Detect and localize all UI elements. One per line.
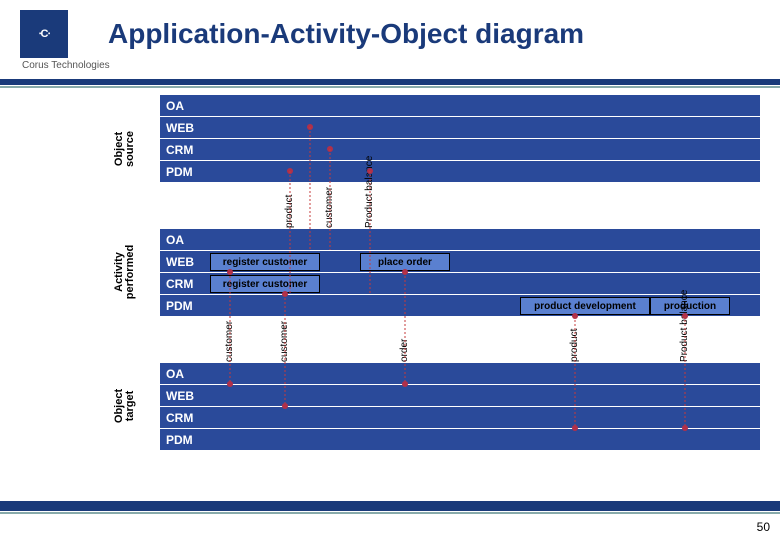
row-label: PDM: [166, 299, 193, 313]
target-label: Objecttarget: [114, 389, 136, 423]
row-label: OA: [166, 367, 184, 381]
logo-glyph: ∙C∙: [38, 28, 49, 40]
section-source: Objectsource OA WEB CRM PDM: [20, 94, 760, 182]
row-label: CRM: [166, 277, 193, 291]
target-row-pdm: PDM: [160, 428, 760, 450]
source-label: Objectsource: [114, 131, 136, 167]
target-row-web: WEB: [160, 384, 760, 406]
activity-label: Activityperformed: [114, 245, 136, 299]
cell-register-customer-crm: register customer: [210, 275, 320, 293]
row-label: PDM: [166, 433, 193, 447]
row-label: PDM: [166, 165, 193, 179]
vlabel-order: order: [399, 339, 410, 362]
gap-top: product customer Product balance: [160, 182, 760, 228]
vlabel-customer1: customer: [224, 321, 235, 362]
logo: ∙C∙: [20, 10, 68, 58]
footer-subrule: [0, 512, 780, 514]
footer-rule: [0, 501, 780, 511]
cell-production: production: [650, 297, 730, 315]
header-subrule: [0, 86, 780, 88]
page-number: 50: [757, 520, 770, 534]
row-label: OA: [166, 233, 184, 247]
row-label: OA: [166, 99, 184, 113]
row-label: WEB: [166, 121, 194, 135]
vlabel-product: product: [284, 195, 295, 228]
source-row-web: WEB: [160, 116, 760, 138]
source-row-crm: CRM: [160, 138, 760, 160]
row-label: CRM: [166, 411, 193, 425]
cell-place-order: place order: [360, 253, 450, 271]
vlabel-customer2: customer: [279, 321, 290, 362]
gap-mid: customer customer order product Product …: [160, 316, 760, 362]
activity-row-web: WEB register customer place order: [160, 250, 760, 272]
header-rule: [0, 79, 780, 85]
activity-row-pdm: PDM product development production: [160, 294, 760, 316]
source-row-pdm: PDM: [160, 160, 760, 182]
section-target: Objecttarget OA WEB CRM PDM: [20, 362, 760, 450]
activity-row-oa: OA: [160, 228, 760, 250]
cell-register-customer-web: register customer: [210, 253, 320, 271]
vlabel-product-balance2: Product balance: [679, 290, 690, 362]
page-title: Application-Activity-Object diagram: [108, 18, 584, 50]
row-label: CRM: [166, 143, 193, 157]
section-activity: Activityperformed OA WEB register custom…: [20, 228, 760, 316]
vlabel-product-balance: Product balance: [364, 156, 375, 228]
activity-row-crm: CRM register customer: [160, 272, 760, 294]
company-label: Corus Technologies: [0, 58, 780, 71]
diagram-container: Objectsource OA WEB CRM PDM product cust…: [20, 94, 760, 450]
row-label: WEB: [166, 389, 194, 403]
vlabel-customer: customer: [324, 187, 335, 228]
source-row-oa: OA: [160, 94, 760, 116]
target-row-oa: OA: [160, 362, 760, 384]
cell-product-development: product development: [520, 297, 650, 315]
row-label: WEB: [166, 255, 194, 269]
target-row-crm: CRM: [160, 406, 760, 428]
vlabel-product2: product: [569, 329, 580, 362]
